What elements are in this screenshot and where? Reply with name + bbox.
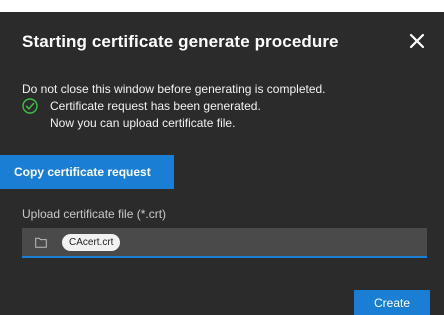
certificate-dialog: Starting certificate generate procedure … (0, 12, 444, 315)
close-icon[interactable] (408, 32, 426, 50)
upload-label: Upload certificate file (*.crt) (22, 207, 167, 221)
status-line-generated: Certificate request has been generated. (50, 99, 261, 113)
file-name-chip: CAcert.crt (62, 234, 121, 251)
dialog-title: Starting certificate generate procedure (22, 32, 339, 51)
folder-icon[interactable] (35, 237, 47, 248)
upload-file-field[interactable]: CAcert.crt (22, 228, 427, 258)
create-button[interactable]: Create (354, 290, 430, 315)
copy-certificate-request-button[interactable]: Copy certificate request (0, 155, 174, 189)
warning-text: Do not close this window before generati… (22, 82, 326, 96)
status-line-upload-hint: Now you can upload certificate file. (50, 116, 236, 130)
check-circle-icon (22, 98, 38, 114)
